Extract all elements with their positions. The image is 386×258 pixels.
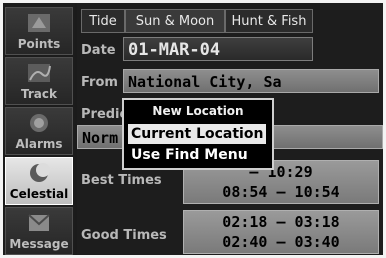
- celestial-icon: [30, 163, 50, 182]
- tab-tide[interactable]: Tide: [81, 9, 125, 33]
- prediction-label: Predic: [81, 107, 128, 122]
- new-location-popup: New Location Current Location Use Find M…: [122, 98, 274, 170]
- tab-sun-moon[interactable]: Sun & Moon: [125, 9, 225, 33]
- points-icon: [28, 14, 50, 32]
- main-panel: Tide Sun & Moon Hunt & Fish Date 01-MAR-…: [77, 3, 383, 255]
- tab-bar: Tide Sun & Moon Hunt & Fish: [77, 9, 383, 33]
- sidebar-item-label: Message: [9, 237, 69, 251]
- sidebar-item-label: Alarms: [15, 137, 63, 151]
- sidebar-item-alarms[interactable]: Alarms: [5, 107, 73, 155]
- message-icon: [28, 214, 50, 231]
- best-times-label: Best Times: [81, 173, 162, 188]
- current-location-option[interactable]: Current Location: [128, 124, 267, 144]
- alarms-icon: [30, 114, 48, 132]
- sidebar-item-label: Points: [17, 37, 61, 51]
- good-times-line-2: 02:40 – 03:40: [222, 233, 340, 251]
- sidebar: Points Track Alarms Celestial Message: [3, 3, 75, 255]
- popup-title: New Location: [152, 104, 244, 118]
- sidebar-item-points[interactable]: Points: [5, 7, 73, 55]
- track-icon: [28, 64, 51, 82]
- from-label: From: [81, 75, 118, 90]
- sidebar-item-message[interactable]: Message: [5, 207, 73, 255]
- sidebar-item-label: Celestial: [9, 187, 69, 201]
- tab-hunt-fish[interactable]: Hunt & Fish: [225, 9, 313, 33]
- good-times-label: Good Times: [81, 228, 167, 243]
- good-times-line-1: 02:18 – 03:18: [222, 213, 340, 231]
- sidebar-item-track[interactable]: Track: [5, 57, 73, 105]
- best-times-line-2: 08:54 – 10:54: [222, 183, 340, 201]
- sidebar-item-label: Track: [21, 87, 57, 101]
- sidebar-item-celestial[interactable]: Celestial: [5, 157, 73, 205]
- from-field[interactable]: National City, Sa: [123, 69, 379, 93]
- gps-screen: Points Track Alarms Celestial Message Ti…: [3, 3, 383, 255]
- good-times-box: 02:18 – 03:18 02:40 – 03:40: [183, 210, 379, 254]
- use-find-menu-option[interactable]: Use Find Menu: [128, 145, 251, 165]
- date-label: Date: [81, 43, 116, 58]
- date-field[interactable]: 01-MAR-04: [123, 37, 313, 61]
